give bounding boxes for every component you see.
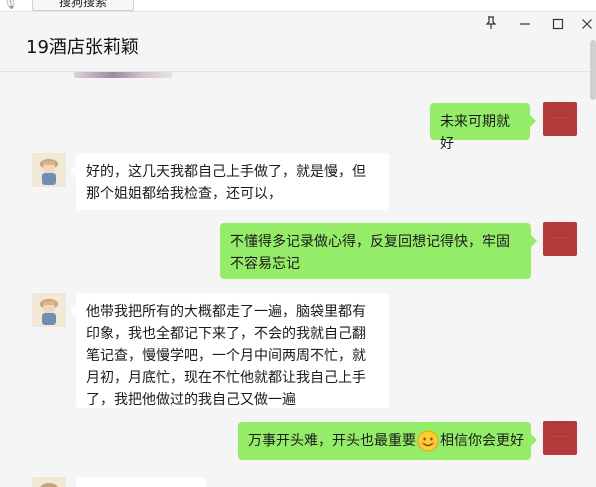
message-text: 他带我把所有的大概都走了一遍，脑袋里都有印象，我也全都记下来了，不会的我就自己翻… — [86, 304, 366, 408]
pin-icon[interactable] — [480, 16, 502, 36]
maximize-button[interactable] — [547, 16, 569, 36]
message-text: 万事开头难，开头也最重要 — [248, 433, 416, 449]
search-tab[interactable]: 搜狗搜索 — [32, 0, 134, 11]
message-bubble-received[interactable]: 好的，这几天我都自己上手做了，就是慢，但那个姐姐都给我检查，还可以， — [70, 153, 389, 210]
top-strip: 🎙 搜狗搜索 — [0, 0, 596, 12]
smile-emoji-icon — [417, 430, 439, 452]
pin-icon-svg — [485, 16, 497, 29]
close-button[interactable] — [576, 16, 596, 36]
message-text: 相信你会更好 — [440, 433, 524, 449]
maximize-icon — [552, 18, 564, 30]
minimize-icon — [520, 23, 530, 25]
friend-avatar-illustration — [32, 153, 66, 187]
friend-avatar-illustration — [32, 477, 66, 487]
chat-header: 19酒店张莉颖 — [0, 12, 596, 78]
friend-avatar[interactable] — [32, 477, 66, 487]
my-avatar[interactable]: · · · · — [543, 222, 577, 256]
minimize-button[interactable] — [514, 16, 536, 36]
my-avatar[interactable]: · · · · — [543, 102, 577, 136]
close-icon — [582, 19, 592, 29]
message-bubble-sent[interactable]: 不懂得多记录做心得，反复回想记得快，牢固不容易忘记 — [220, 223, 537, 279]
message-bubble-received-partial[interactable] — [76, 477, 206, 487]
message-text: 不懂得多记录做心得，反复回想记得快，牢固不容易忘记 — [230, 234, 510, 272]
chat-window: 19酒店张莉颖 未来可期就好 · · · · 好的，这几天我都自己上手做了，就是… — [0, 12, 596, 487]
previous-image-fragment[interactable] — [74, 72, 172, 78]
my-avatar[interactable]: · · · · — [543, 421, 577, 455]
chat-title: 19酒店张莉颖 — [26, 37, 139, 58]
message-bubble-received[interactable]: 他带我把所有的大概都走了一遍，脑袋里都有印象，我也全都记下来了，不会的我就自己翻… — [70, 293, 389, 408]
friend-avatar[interactable] — [32, 153, 66, 187]
friend-avatar[interactable] — [32, 293, 66, 327]
scrollbar[interactable] — [590, 40, 596, 100]
microphone-icon[interactable]: 🎙 — [3, 0, 18, 10]
message-bubble-sent[interactable]: 未来可期就好 — [430, 103, 536, 152]
friend-avatar-illustration — [32, 293, 66, 327]
message-bubble-sent[interactable]: 万事开头难，开头也最重要 相信你会更好 — [238, 422, 537, 460]
message-text: 未来可期就好 — [440, 114, 510, 152]
message-text: 好的，这几天我都自己上手做了，就是慢，但那个姐姐都给我检查，还可以， — [86, 164, 366, 202]
